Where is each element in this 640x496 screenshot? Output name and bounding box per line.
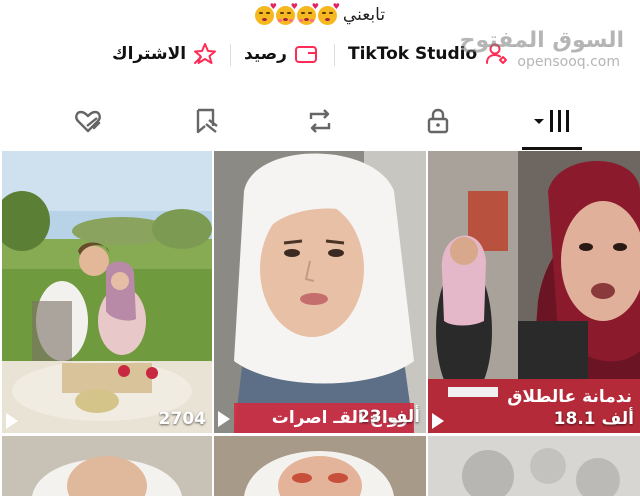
wallet-icon: [294, 46, 317, 63]
thumbnail-picnic-image: [2, 151, 212, 433]
star-badge-icon: [194, 43, 217, 64]
smiling-face-with-hearts-icon: ♥: [296, 2, 319, 25]
action-divider: [230, 44, 231, 66]
video-caption: ندمانة عالطلاق: [507, 387, 632, 407]
bio-emojis: ♥ ♥ ♥ ♥: [254, 2, 340, 25]
video-thumbnail[interactable]: ندمانة عالطلاق 18.1 ألف: [428, 151, 640, 433]
thumbnail-image: [2, 436, 212, 496]
thumbnail-image: [214, 436, 426, 496]
tiktok-studio-label: TikTok Studio: [348, 44, 478, 64]
subscription-button[interactable]: الاشتراك: [112, 36, 218, 72]
view-count: 18.1 ألف: [554, 409, 634, 429]
profile-bio: تابعني ♥ ♥ ♥ ♥: [0, 0, 640, 30]
view-count: 23 ألف: [358, 407, 420, 427]
bio-text: تابعني: [342, 5, 386, 25]
tab-private[interactable]: [408, 92, 468, 150]
tab-liked[interactable]: [58, 92, 118, 150]
profile-tabs: [0, 92, 640, 150]
tab-reposts[interactable]: [290, 92, 350, 150]
play-indicator: [218, 411, 230, 427]
view-count-text: 18.1 ألف: [553, 409, 634, 429]
action-divider: [334, 44, 335, 66]
smiling-face-with-hearts-icon: ♥: [275, 2, 298, 25]
play-icon: [432, 413, 444, 429]
view-count-text: 2704: [158, 409, 206, 429]
video-thumbnail[interactable]: [428, 436, 640, 496]
balance-label: رصيد: [244, 44, 287, 64]
play-indicator: [6, 413, 18, 429]
video-thumbnail[interactable]: [214, 436, 426, 496]
balance-button[interactable]: رصيد: [244, 36, 319, 72]
face-blowing-kiss-icon: ♥: [254, 2, 277, 25]
grid-icon: [534, 110, 569, 132]
thumbnail-hijab-girl-image: [214, 151, 426, 433]
bookmark-icon: [196, 108, 218, 134]
play-icon: [218, 411, 230, 427]
selected-tab-indicator: [522, 147, 582, 150]
tiktok-studio-button[interactable]: TikTok Studio: [348, 36, 511, 72]
subscription-label: الاشتراك: [112, 44, 187, 64]
play-icon: [6, 413, 18, 429]
liked-icon: [75, 110, 101, 133]
video-thumbnail[interactable]: زواج القـ اصرات 23 ألف: [214, 151, 426, 433]
view-count-text: 23 ألف: [357, 407, 420, 427]
video-grid: 2704 زواج القـ اصرات 23 ألف ندمانة عالطل…: [0, 151, 640, 496]
repost-icon: [309, 109, 331, 133]
lock-icon: [427, 108, 449, 134]
face-blowing-kiss-icon: ♥: [317, 2, 340, 25]
video-thumbnail[interactable]: [2, 436, 212, 496]
creator-user-icon: [486, 43, 508, 64]
tab-videos[interactable]: [522, 92, 582, 150]
play-indicator: [432, 413, 444, 429]
profile-actions: الاشتراك رصيد TikTok Studio: [0, 36, 640, 72]
tab-bookmarks[interactable]: [176, 92, 236, 150]
video-thumbnail[interactable]: 2704: [2, 151, 212, 433]
thumbnail-image: [428, 436, 640, 496]
view-count: 2704: [159, 409, 206, 429]
